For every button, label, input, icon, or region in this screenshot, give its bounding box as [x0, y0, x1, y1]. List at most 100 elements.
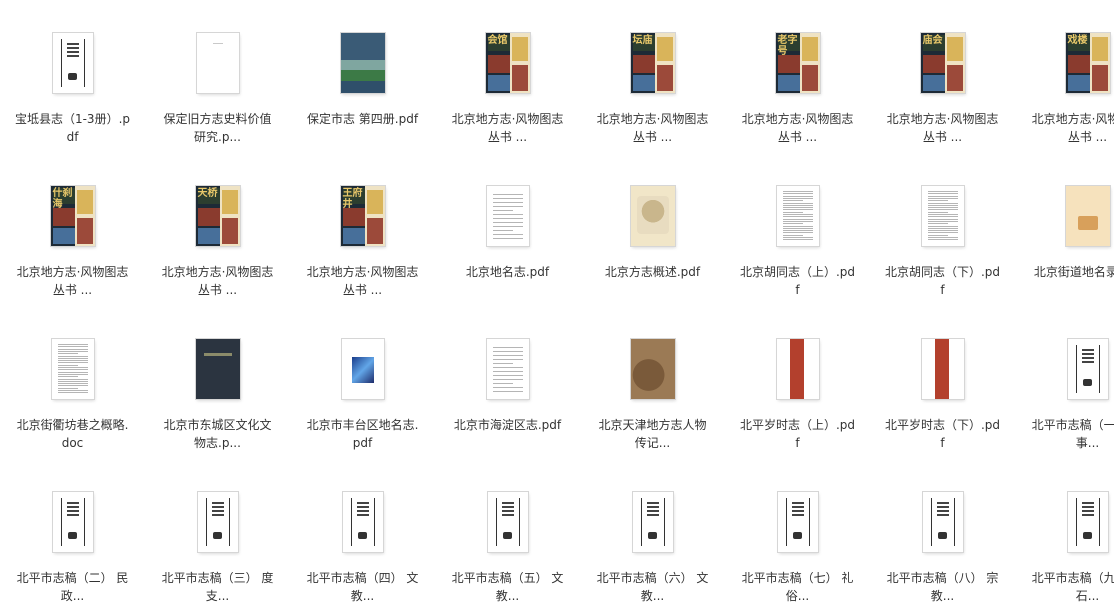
scan-title-page-icon — [53, 33, 93, 93]
file-thumbnail — [187, 32, 249, 94]
file-item[interactable]: 北平岁时志（下）.pdf — [870, 306, 1015, 459]
file-name-label: 北京地方志·风物图志丛书 ... — [594, 110, 712, 146]
file-name-label: 北京市丰台区地名志.pdf — [304, 416, 422, 452]
file-thumbnail — [187, 491, 249, 553]
file-item[interactable]: 北京胡同志（上）.pdf — [725, 153, 870, 306]
file-thumbnail — [767, 491, 829, 553]
file-item[interactable]: 北京市丰台区地名志.pdf — [290, 306, 435, 459]
file-thumbnail — [912, 185, 974, 247]
book-cover-collage-icon: 老字号 — [776, 33, 820, 93]
file-item[interactable]: 北京方志概述.pdf — [580, 153, 725, 306]
text-page-icon — [487, 186, 529, 246]
file-name-label: 北平市志稿（四） 文教... — [304, 569, 422, 605]
file-thumbnail — [912, 338, 974, 400]
file-thumbnail — [332, 491, 394, 553]
scan-title-page-icon — [923, 492, 963, 552]
file-thumbnail: 王府井 — [332, 185, 394, 247]
file-item[interactable]: 北京街衢坊巷之概略.doc — [0, 306, 145, 459]
file-item[interactable]: 保定市志 第四册.pdf — [290, 0, 435, 153]
book-cover-collage-icon: 戏楼 — [1066, 33, 1110, 93]
scan-title-page-icon — [633, 492, 673, 552]
file-thumbnail — [42, 491, 104, 553]
book-cover-title: 什刹海 — [53, 188, 77, 210]
file-item[interactable]: 会馆北京地方志·风物图志丛书 ... — [435, 0, 580, 153]
file-thumbnail — [622, 491, 684, 553]
file-name-label: 北京胡同志（下）.pdf — [884, 263, 1002, 299]
book-cover-title: 坛庙 — [633, 35, 657, 46]
file-thumbnail — [1057, 491, 1114, 553]
file-item[interactable]: 北平市志稿（七） 礼俗... — [725, 459, 870, 612]
book-cover-title: 戏楼 — [1068, 35, 1092, 46]
scan-title-page-icon — [1068, 492, 1108, 552]
orange-cover-icon — [1066, 186, 1110, 246]
file-name-label: 北平市志稿（五） 文教... — [449, 569, 567, 605]
dark-cover-icon — [196, 339, 240, 399]
scan-title-page-icon — [1068, 339, 1108, 399]
file-item[interactable]: 北平市志稿（五） 文教... — [435, 459, 580, 612]
red-spine-icon — [922, 339, 964, 399]
file-item[interactable]: 北平市志稿（四） 文教... — [290, 459, 435, 612]
scan-title-page-icon — [343, 492, 383, 552]
file-name-label: 保定市志 第四册.pdf — [304, 110, 422, 128]
file-name-label: 北平市志稿（七） 礼俗... — [739, 569, 857, 605]
file-thumbnail — [332, 32, 394, 94]
file-name-label: 北京市东城区文化文物志.p... — [159, 416, 277, 452]
file-thumbnail — [622, 338, 684, 400]
file-item[interactable]: 北平市志稿（三） 度支... — [145, 459, 290, 612]
file-item[interactable]: 北平市志稿（八） 宗教... — [870, 459, 1015, 612]
file-item[interactable]: 北京地名志.pdf — [435, 153, 580, 306]
text-page-icon — [487, 339, 529, 399]
file-thumbnail: 会馆 — [477, 32, 539, 94]
file-item[interactable]: 坛庙北京地方志·风物图志丛书 ... — [580, 0, 725, 153]
file-thumbnail — [187, 338, 249, 400]
file-item[interactable]: 王府井北京地方志·风物图志丛书 ... — [290, 153, 435, 306]
book-cover-collage-icon: 会馆 — [486, 33, 530, 93]
book-cover-title: 老字号 — [778, 35, 802, 57]
file-name-label: 北京街衢坊巷之概略.doc — [14, 416, 132, 452]
file-item[interactable]: 北京市东城区文化文物志.p... — [145, 306, 290, 459]
file-item[interactable]: 保定旧方志史料价值研究.p... — [145, 0, 290, 153]
file-item[interactable]: 北平市志稿（六） 文教... — [580, 459, 725, 612]
file-name-label: 北京地方志·风物图志丛书 ... — [1029, 110, 1114, 146]
file-item[interactable]: 戏楼北京地方志·风物图志丛书 ... — [1015, 0, 1114, 153]
file-name-label: 保定旧方志史料价值研究.p... — [159, 110, 277, 146]
book-cover-collage-icon: 坛庙 — [631, 33, 675, 93]
book-cover-landscape-icon — [341, 33, 385, 93]
file-item[interactable]: 北京天津地方志人物传记... — [580, 306, 725, 459]
file-item[interactable]: 北京市海淀区志.pdf — [435, 306, 580, 459]
file-name-label: 北京天津地方志人物传记... — [594, 416, 712, 452]
file-item[interactable]: 老字号北京地方志·风物图志丛书 ... — [725, 0, 870, 153]
file-item[interactable]: 庙会北京地方志·风物图志丛书 ... — [870, 0, 1015, 153]
illustrated-cover-icon — [631, 186, 675, 246]
file-item[interactable]: 北平市志稿（一） 前事... — [1015, 306, 1114, 459]
file-name-label: 北京地方志·风物图志丛书 ... — [884, 110, 1002, 146]
scan-title-page-icon — [488, 492, 528, 552]
file-thumbnail — [42, 32, 104, 94]
book-cover-collage-icon: 什刹海 — [51, 186, 95, 246]
file-name-label: 北京胡同志（上）.pdf — [739, 263, 857, 299]
file-name-label: 北平市志稿（八） 宗教... — [884, 569, 1002, 605]
file-thumbnail — [477, 185, 539, 247]
file-item[interactable]: 宝坻县志（1-3册）.pdf — [0, 0, 145, 153]
file-item[interactable]: 什刹海北京地方志·风物图志丛书 ... — [0, 153, 145, 306]
file-name-label: 北京街道地名录.pdf — [1029, 263, 1114, 281]
file-item[interactable]: 北京街道地名录.pdf — [1015, 153, 1114, 306]
book-cover-collage-icon: 王府井 — [341, 186, 385, 246]
file-thumbnail — [912, 491, 974, 553]
file-name-label: 北京地名志.pdf — [449, 263, 567, 281]
file-thumbnail: 戏楼 — [1057, 32, 1114, 94]
blue-cover-icon — [342, 339, 384, 399]
file-name-label: 北平市志稿（一） 前事... — [1029, 416, 1114, 452]
file-item[interactable]: 北平市志稿（二） 民政... — [0, 459, 145, 612]
file-item[interactable]: 北京胡同志（下）.pdf — [870, 153, 1015, 306]
book-cover-collage-icon: 天桥 — [196, 186, 240, 246]
file-item[interactable]: 北平岁时志（上）.pdf — [725, 306, 870, 459]
file-item[interactable]: 天桥北京地方志·风物图志丛书 ... — [145, 153, 290, 306]
book-cover-title: 天桥 — [198, 188, 222, 199]
scan-title-page-icon — [778, 492, 818, 552]
book-cover-title: 王府井 — [343, 188, 367, 210]
file-item[interactable]: 北平市志稿（九） 金石... — [1015, 459, 1114, 612]
dense-text-page-icon — [52, 339, 94, 399]
file-thumbnail — [622, 185, 684, 247]
file-thumbnail: 坛庙 — [622, 32, 684, 94]
